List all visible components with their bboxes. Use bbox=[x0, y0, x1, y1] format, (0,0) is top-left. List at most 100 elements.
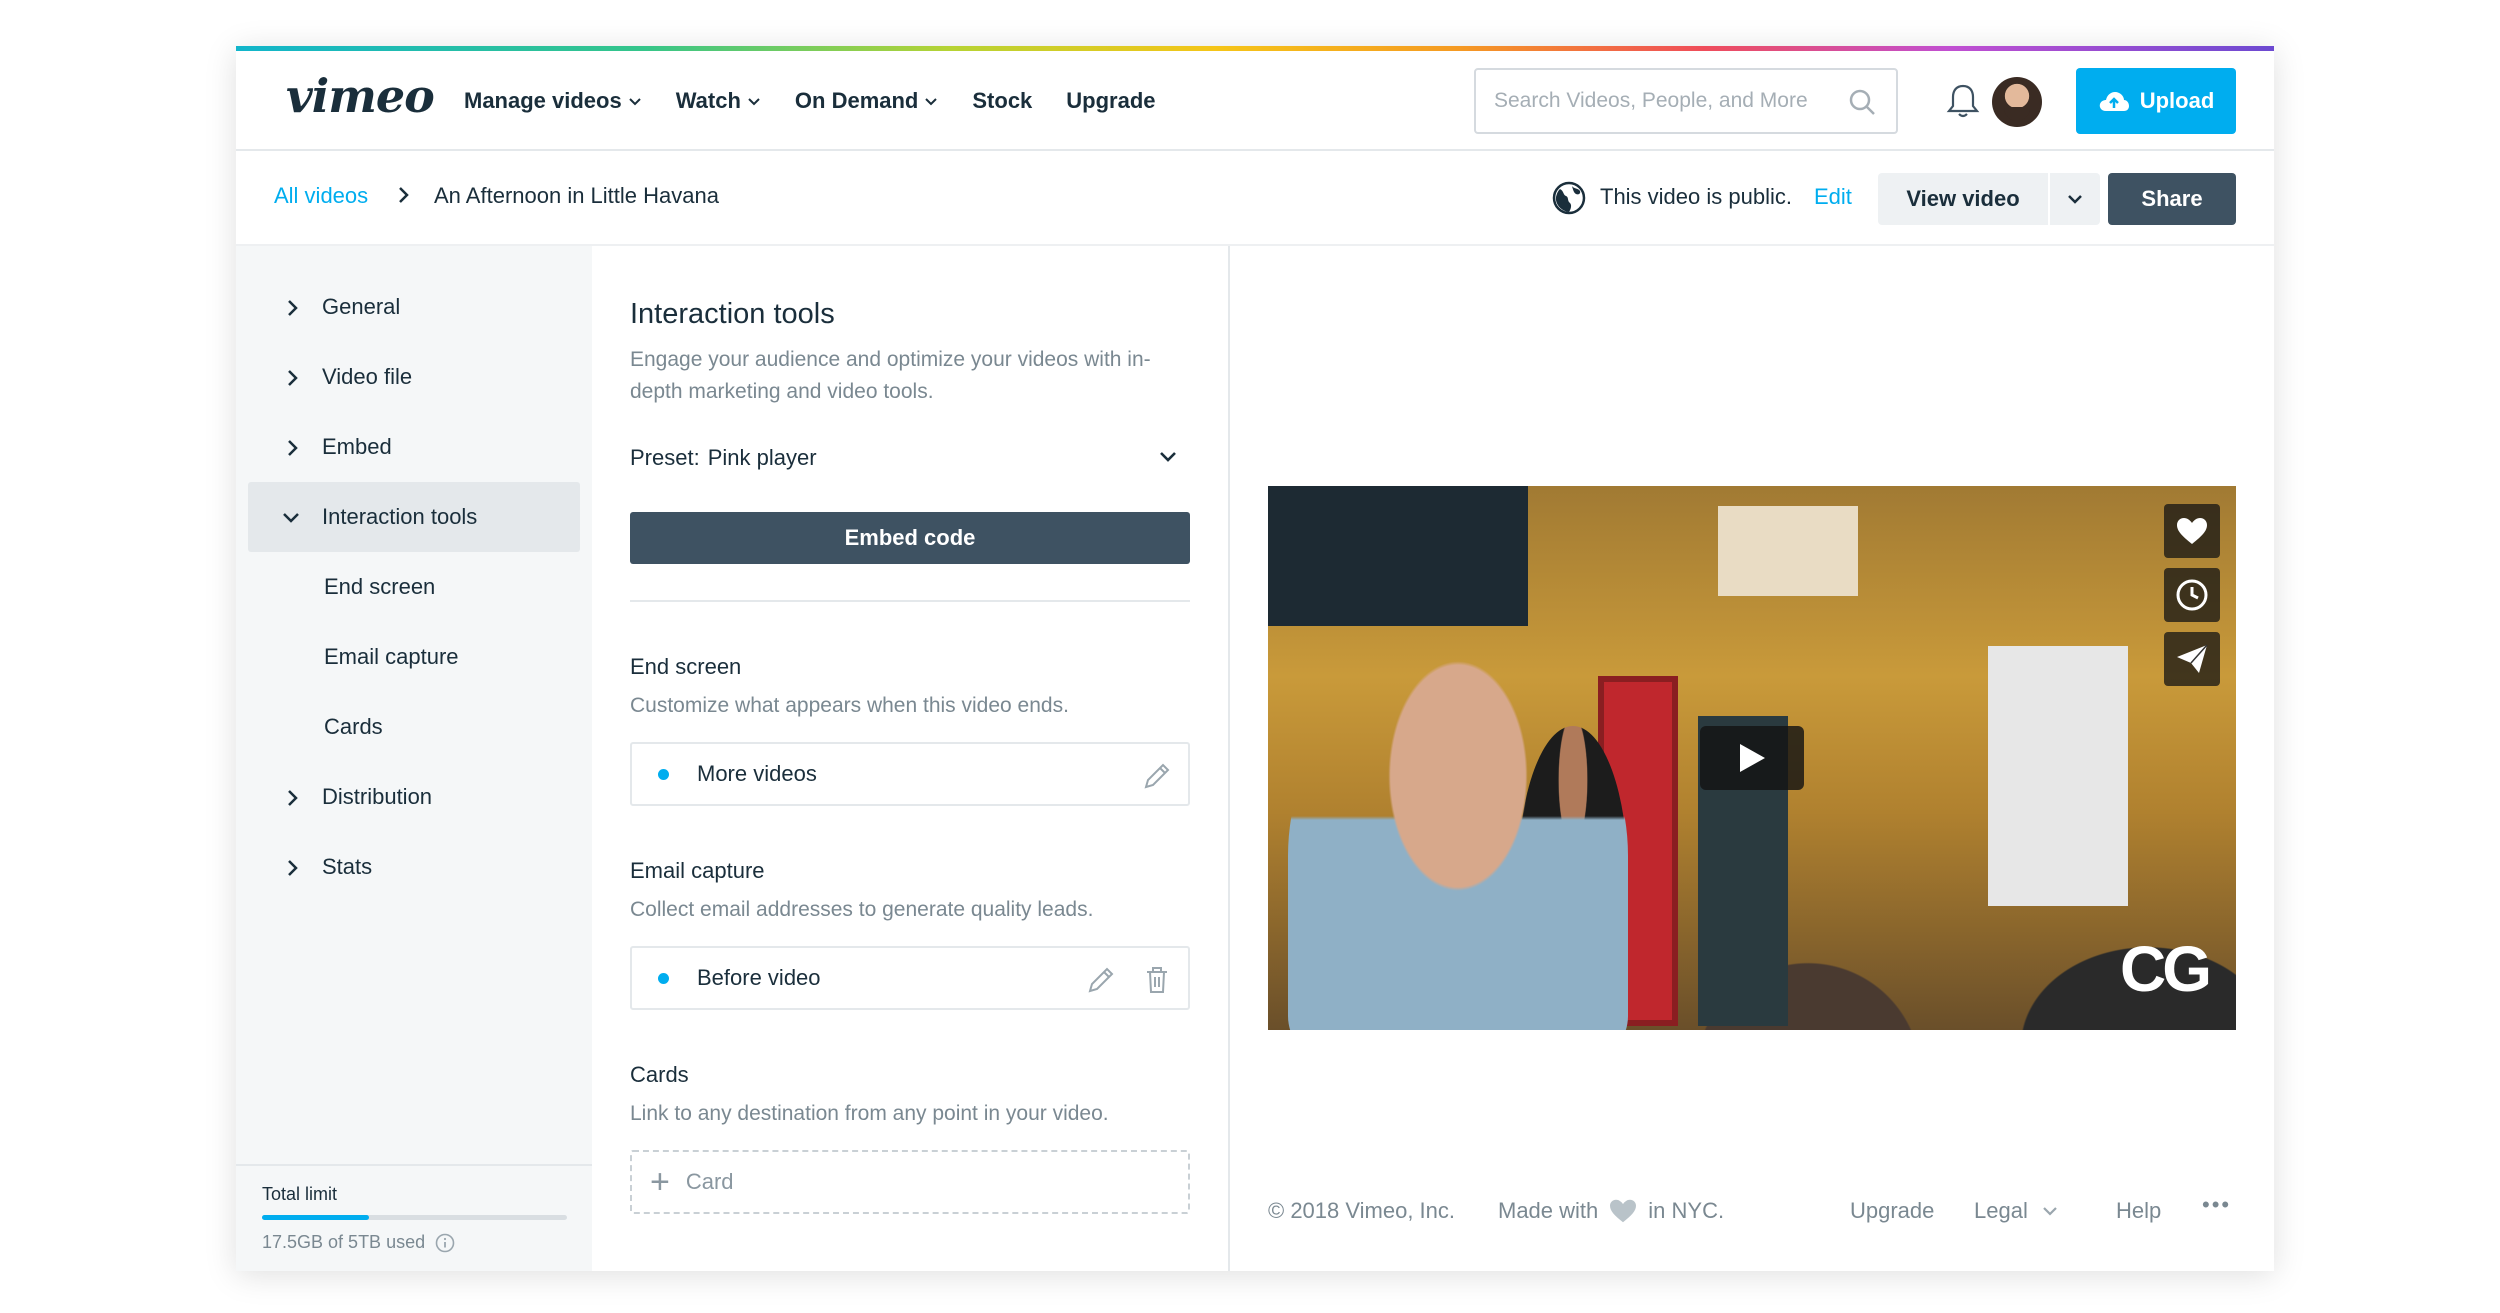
video-watermark: CG bbox=[2120, 933, 2212, 1005]
legal-label: Legal bbox=[1974, 1198, 2028, 1223]
sidebar-item-distribution[interactable]: Distribution bbox=[248, 762, 580, 832]
sidebar-item-interaction-tools[interactable]: Interaction tools bbox=[248, 482, 580, 552]
vimeo-logo[interactable]: vimeo bbox=[286, 69, 435, 123]
chevron-right-icon bbox=[399, 187, 409, 203]
sidebar-item-end-screen[interactable]: End screen bbox=[248, 552, 580, 622]
video-scene bbox=[1988, 646, 2128, 906]
email-capture-description: Collect email addresses to generate qual… bbox=[630, 898, 1094, 921]
in-nyc-text: in NYC. bbox=[1648, 1198, 1725, 1223]
end-screen-description: Customize what appears when this video e… bbox=[630, 694, 1069, 717]
heart-icon bbox=[1610, 1199, 1637, 1223]
user-avatar[interactable] bbox=[1992, 77, 2042, 127]
nav-label: Stock bbox=[972, 88, 1033, 113]
sidebar-item-general[interactable]: General bbox=[248, 272, 580, 342]
sidebar-item-email-capture[interactable]: Email capture bbox=[248, 622, 580, 692]
main-nav: Manage videos Watch On Demand Stock Upgr… bbox=[464, 51, 1190, 151]
app-window: vimeo Manage videos Watch On Demand Stoc… bbox=[236, 46, 2274, 1271]
heart-icon bbox=[2177, 518, 2207, 544]
nav-manage-videos[interactable]: Manage videos bbox=[464, 88, 642, 114]
clock-icon bbox=[2176, 579, 2208, 611]
plus-icon: + bbox=[650, 1163, 670, 1201]
sidebar-item-label: Embed bbox=[322, 434, 392, 459]
pencil-icon[interactable] bbox=[1086, 965, 1116, 995]
section-divider bbox=[630, 600, 1190, 602]
nav-watch[interactable]: Watch bbox=[676, 88, 761, 114]
sidebar-item-label: General bbox=[322, 294, 401, 319]
end-screen-option-label: More videos bbox=[697, 761, 817, 786]
video-scene bbox=[1718, 506, 1858, 596]
chevron-right-icon bbox=[288, 440, 298, 456]
chevron-right-icon bbox=[288, 790, 298, 806]
preset-selector[interactable]: Preset: Pink player bbox=[630, 440, 1190, 476]
footer-legal-menu[interactable]: Legal bbox=[1974, 1198, 2058, 1224]
nav-label: Upgrade bbox=[1066, 88, 1156, 113]
embed-code-button[interactable]: Embed code bbox=[630, 512, 1190, 564]
bell-icon[interactable] bbox=[1946, 83, 1980, 119]
footer-help-link[interactable]: Help bbox=[2116, 1198, 2161, 1224]
sidebar-item-embed[interactable]: Embed bbox=[248, 412, 580, 482]
sidebar-item-stats[interactable]: Stats bbox=[248, 832, 580, 902]
pencil-icon[interactable] bbox=[1142, 761, 1172, 791]
privacy-status: This video is public. bbox=[1600, 184, 1792, 209]
chevron-down-icon bbox=[925, 98, 938, 106]
nav-on-demand[interactable]: On Demand bbox=[795, 88, 938, 114]
chevron-down-icon bbox=[2043, 1207, 2057, 1216]
storage-progress-fill bbox=[262, 1215, 369, 1220]
chevron-right-icon bbox=[288, 860, 298, 876]
chevron-down-icon bbox=[1160, 452, 1176, 462]
play-icon bbox=[1740, 744, 1765, 772]
panel-title: Interaction tools bbox=[630, 298, 835, 330]
video-title: An Afternoon in Little Havana bbox=[434, 183, 719, 208]
end-screen-option[interactable]: More videos bbox=[630, 742, 1190, 806]
privacy-edit-link[interactable]: Edit bbox=[1814, 184, 1852, 210]
made-with-text: Made with bbox=[1498, 1198, 1599, 1223]
sidebar-item-label: End screen bbox=[324, 574, 436, 599]
video-player[interactable]: CG bbox=[1268, 486, 2236, 1030]
footer-made-with: Made with in NYC. bbox=[1498, 1198, 1724, 1224]
footer-upgrade-link[interactable]: Upgrade bbox=[1850, 1198, 1934, 1224]
search-input[interactable] bbox=[1494, 89, 1854, 113]
storage-limit: Total limit 17.5GB of 5TB used bbox=[262, 1184, 567, 1253]
info-icon[interactable] bbox=[435, 1233, 455, 1253]
footer-more-menu[interactable]: ••• bbox=[2202, 1192, 2231, 1218]
upload-button[interactable]: Upload bbox=[2076, 68, 2236, 134]
nav-stock[interactable]: Stock bbox=[972, 88, 1032, 114]
player-side-controls bbox=[2164, 504, 2220, 686]
video-header-bar: All videos An Afternoon in Little Havana… bbox=[236, 151, 2274, 246]
end-screen-title: End screen bbox=[630, 654, 742, 679]
nav-label: Manage videos bbox=[464, 88, 622, 113]
email-capture-option-label: Before video bbox=[697, 965, 821, 990]
active-dot bbox=[658, 768, 669, 780]
nav-label: On Demand bbox=[794, 88, 919, 113]
add-card-label: Card bbox=[685, 1169, 734, 1194]
interaction-tools-panel: Interaction tools Engage your audience a… bbox=[592, 246, 1230, 1271]
email-capture-option[interactable]: Before video bbox=[630, 946, 1190, 1010]
sidebar-item-cards[interactable]: Cards bbox=[248, 692, 580, 762]
preset-label: Preset: bbox=[630, 445, 700, 470]
watch-later-button[interactable] bbox=[2164, 568, 2220, 622]
chevron-down-icon bbox=[283, 513, 299, 523]
chevron-down-icon bbox=[748, 98, 760, 106]
sidebar-divider bbox=[236, 1164, 592, 1166]
search-icon[interactable] bbox=[1848, 88, 1876, 116]
storage-used-text: 17.5GB of 5TB used bbox=[262, 1232, 426, 1252]
add-card-button[interactable]: + Card bbox=[630, 1150, 1190, 1214]
storage-used: 17.5GB of 5TB used bbox=[262, 1232, 567, 1253]
sidebar-item-label: Video file bbox=[322, 364, 413, 389]
sidebar-item-label: Email capture bbox=[324, 644, 459, 669]
share-video-button[interactable] bbox=[2164, 632, 2220, 686]
sidebar-item-video-file[interactable]: Video file bbox=[248, 342, 580, 412]
view-video-button[interactable]: View video bbox=[1878, 173, 2048, 225]
active-dot bbox=[658, 972, 669, 984]
like-button[interactable] bbox=[2164, 504, 2220, 558]
chevron-down-icon bbox=[629, 98, 641, 106]
view-video-dropdown[interactable] bbox=[2050, 173, 2100, 225]
breadcrumb-all-videos[interactable]: All videos bbox=[274, 183, 368, 209]
storage-progress-bar bbox=[262, 1215, 567, 1220]
trash-icon[interactable] bbox=[1142, 965, 1172, 995]
chevron-right-icon bbox=[288, 370, 298, 386]
panel-description: Engage your audience and optimize your v… bbox=[630, 348, 1151, 403]
nav-upgrade[interactable]: Upgrade bbox=[1066, 88, 1155, 114]
play-button[interactable] bbox=[1700, 726, 1804, 790]
share-button[interactable]: Share bbox=[2108, 173, 2236, 225]
